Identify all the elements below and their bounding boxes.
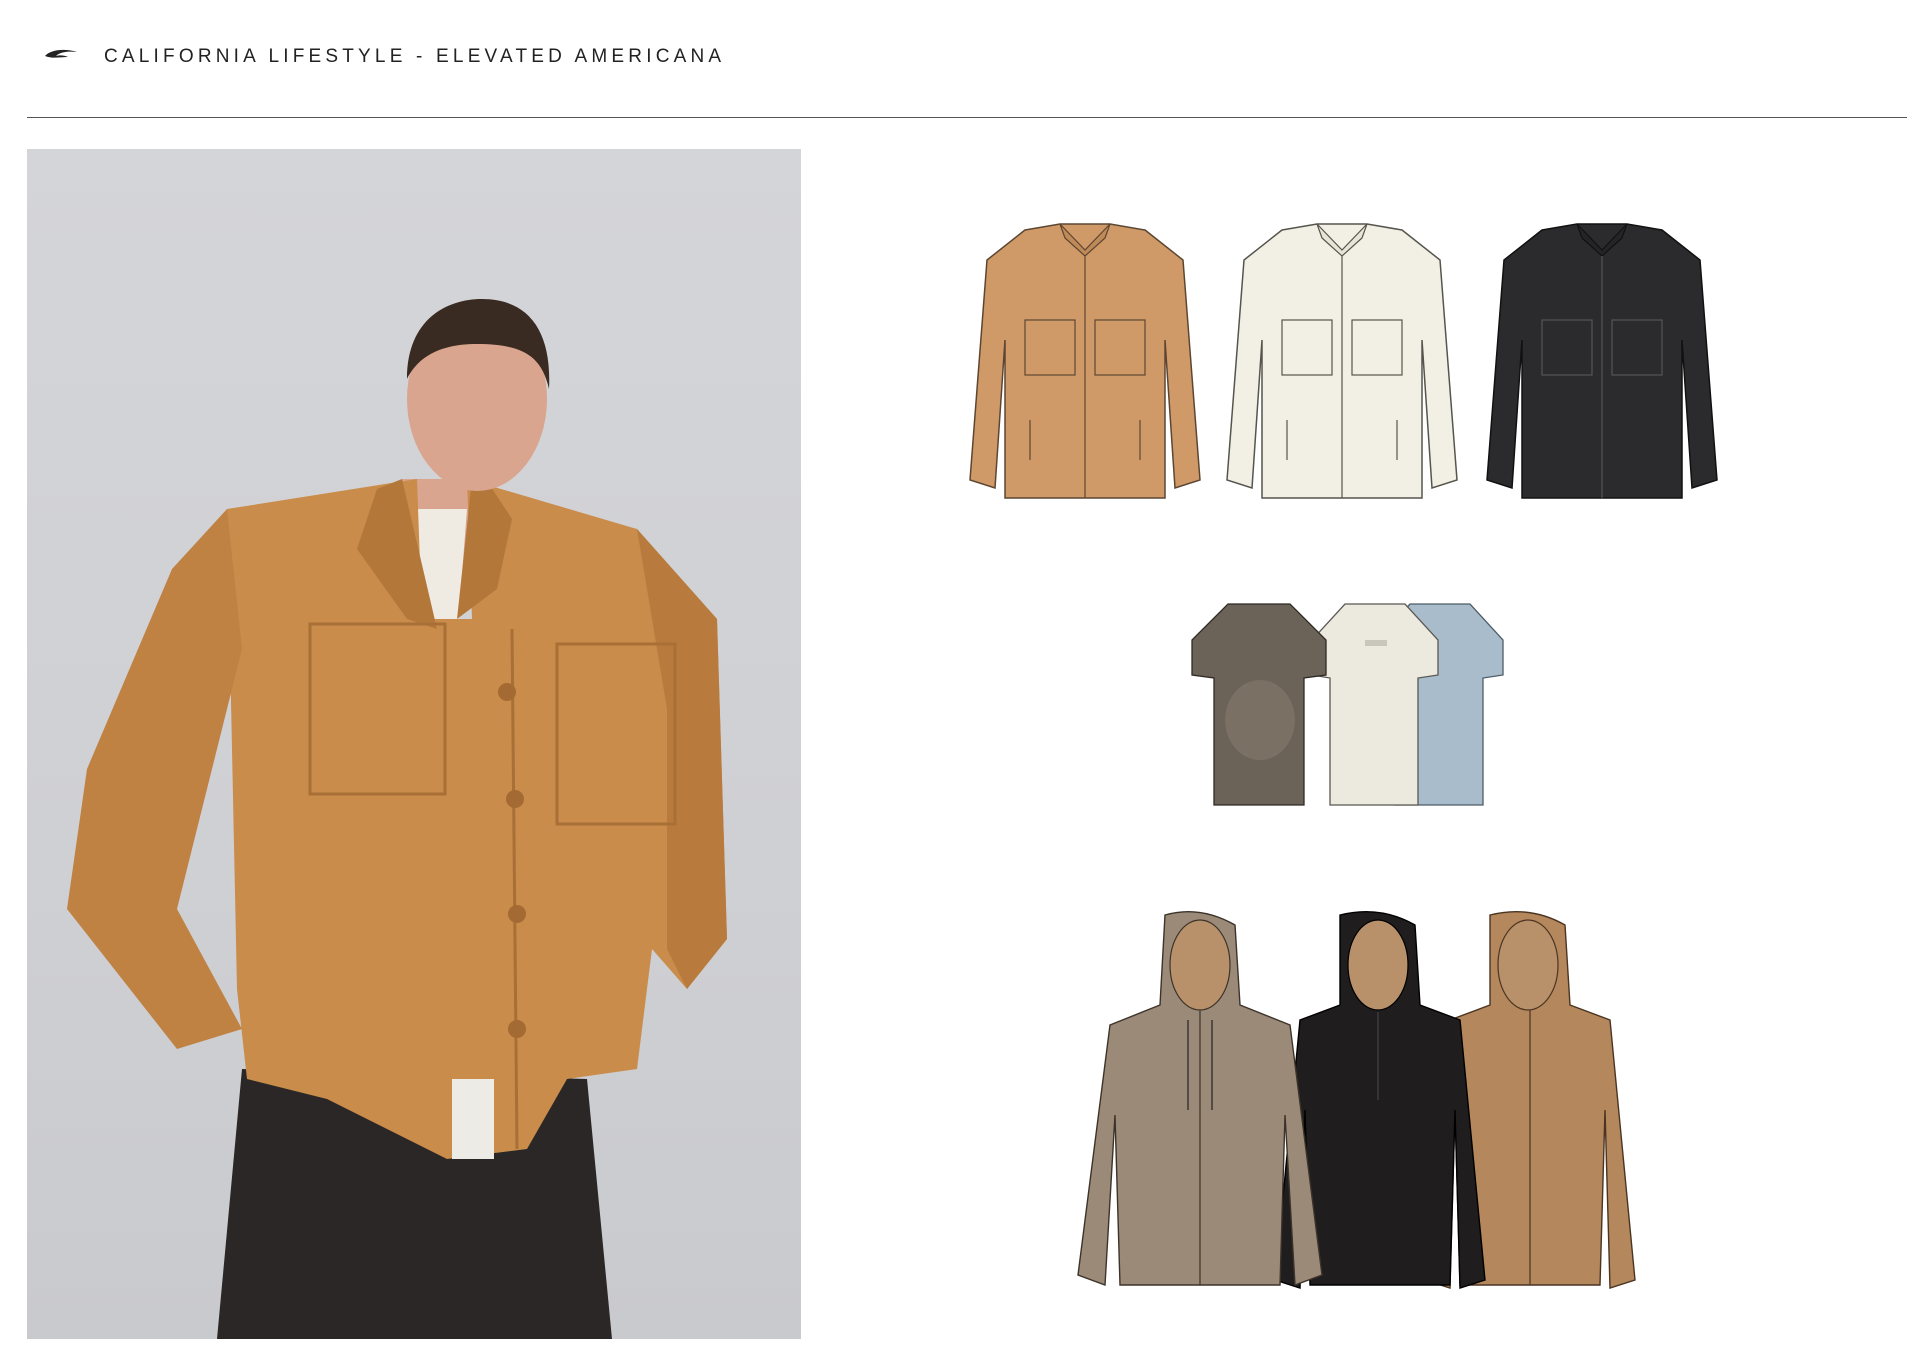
overshirt-black-flat (1486, 223, 1718, 499)
header-divider (27, 117, 1907, 118)
oneill-wave-logo-icon (45, 49, 77, 58)
overshirt-tan-flat (969, 223, 1201, 499)
page-header: CALIFORNIA LIFESTYLE - ELEVATED AMERICAN… (0, 0, 1920, 118)
model-illustration (67, 299, 727, 1339)
hoodie-taupe-flat (1077, 910, 1323, 1286)
overshirt-cream-flat (1226, 223, 1458, 499)
shirt-label (452, 1079, 494, 1159)
tee-brown-tie-dye-flat (1191, 603, 1327, 806)
model-photo (27, 149, 801, 1339)
page-title: CALIFORNIA LIFESTYLE - ELEVATED AMERICAN… (104, 46, 726, 67)
